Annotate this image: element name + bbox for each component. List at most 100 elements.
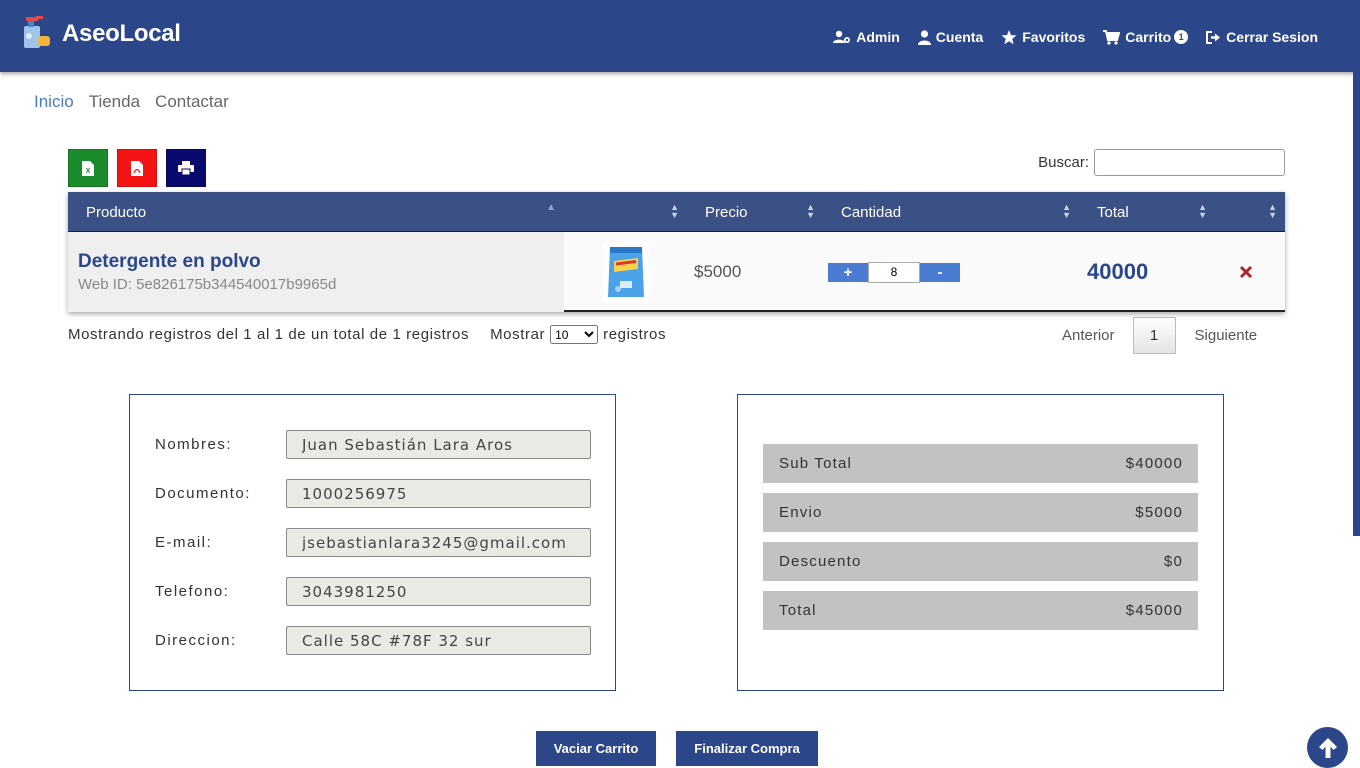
summary-subtotal: Sub Total $40000 (763, 444, 1198, 483)
user-icon (917, 29, 931, 45)
col-total-label: Total (1097, 203, 1129, 221)
subnav-inicio[interactable]: Inicio (34, 92, 74, 112)
export-toolbar: X (68, 149, 215, 187)
col-image[interactable]: ▲ ▼ (564, 192, 687, 232)
qty-decrease-button[interactable]: - (920, 262, 960, 282)
top-nav: Admin Cuenta Favoritos Carrito 1 Cerrar … (815, 29, 1318, 45)
col-remove[interactable]: ▲ ▼ (1215, 192, 1285, 232)
field-label: Direccion: (155, 632, 237, 649)
product-image-cell (564, 232, 687, 312)
summary-value: $40000 (1125, 455, 1183, 472)
summary-value: $45000 (1125, 602, 1183, 619)
pager-page[interactable]: 1 (1132, 317, 1176, 354)
field-label: E-mail: (155, 534, 213, 551)
field-nombres: Nombres: (155, 430, 591, 459)
col-total[interactable]: Total ▲ ▼ (1079, 192, 1215, 232)
user-gear-icon (833, 30, 851, 43)
col-producto[interactable]: Producto ▲ (68, 192, 564, 232)
print-icon (178, 161, 194, 175)
summary-total: Total $45000 (763, 591, 1198, 630)
subnav: Inicio Tienda Contactar (34, 92, 244, 112)
summary-envio: Envio $5000 (763, 493, 1198, 532)
scrollbar-thumb[interactable] (1353, 72, 1360, 536)
show-label: Mostrar (490, 326, 546, 343)
pagination: Anterior 1 Siguiente (1062, 317, 1257, 354)
col-producto-label: Producto (86, 203, 147, 221)
detergent-bag-image[interactable] (602, 242, 649, 302)
documento-input[interactable] (286, 479, 591, 508)
export-pdf-button[interactable] (117, 149, 157, 187)
brand[interactable]: AseoLocal (20, 16, 181, 52)
nav-cuenta[interactable]: Cuenta (917, 29, 984, 45)
sort-asc-icon: ▲ (546, 202, 556, 213)
table-header: Producto ▲ ▲ ▼ Precio ▲ ▼ Cantidad ▲ ▼ Tota… (68, 192, 1285, 232)
close-icon (1239, 265, 1253, 279)
nav-cuenta-label: Cuenta (935, 29, 984, 45)
nav-cerrar-sesion-label: Cerrar Sesion (1226, 29, 1318, 45)
brand-name: AseoLocal (62, 20, 181, 47)
cart-table: Producto ▲ ▲ ▼ Precio ▲ ▼ Cantidad ▲ ▼ Tota… (68, 192, 1285, 312)
cart-count-badge: 1 (1174, 30, 1189, 44)
quantity-input[interactable] (868, 261, 920, 283)
table-row: Detergente en polvo Web ID: 5e826175b344… (68, 232, 1285, 312)
nav-carrito[interactable]: Carrito 1 (1103, 29, 1189, 45)
export-excel-button[interactable]: X (68, 149, 108, 187)
nav-admin-label: Admin (856, 29, 900, 45)
nav-favoritos[interactable]: Favoritos (1001, 29, 1085, 45)
scroll-to-top-button[interactable] (1307, 727, 1348, 768)
col-cantidad-label: Cantidad (841, 203, 902, 221)
search-input[interactable] (1094, 149, 1285, 176)
telefono-input[interactable] (286, 577, 591, 606)
field-label: Documento: (155, 485, 251, 502)
records-info: Mostrando registros del 1 al 1 de un tot… (68, 326, 470, 343)
product-cell: Detergente en polvo Web ID: 5e826175b344… (68, 232, 564, 312)
star-icon (1001, 29, 1017, 44)
nav-admin[interactable]: Admin (833, 29, 900, 45)
direccion-input[interactable] (286, 626, 591, 655)
col-cantidad[interactable]: Cantidad ▲ ▼ (823, 192, 1079, 232)
col-precio[interactable]: Precio ▲ ▼ (687, 192, 823, 232)
sort-icon: ▲ ▼ (1198, 202, 1207, 220)
table-search: Buscar: (1038, 149, 1285, 176)
sort-icon: ▲ ▼ (806, 202, 815, 220)
summary-label: Envio (779, 504, 823, 521)
field-telefono: Telefono: (155, 577, 591, 606)
file-excel-icon: X (82, 160, 94, 176)
svg-text:X: X (86, 168, 91, 175)
quantity-stepper: + - (823, 232, 1079, 312)
search-label: Buscar: (1038, 154, 1089, 171)
pager-prev[interactable]: Anterior (1062, 327, 1115, 344)
summary-descuento: Descuento $0 (763, 542, 1198, 581)
show-suffix: registros (603, 326, 667, 343)
nav-cerrar-sesion[interactable]: Cerrar Sesion (1206, 29, 1318, 45)
empty-cart-button[interactable]: Vaciar Carrito (536, 731, 656, 766)
print-button[interactable] (166, 149, 206, 187)
sign-out-icon (1206, 30, 1221, 44)
field-documento: Documento: (155, 479, 591, 508)
qty-increase-button[interactable]: + (828, 262, 868, 282)
summary-label: Sub Total (779, 455, 853, 472)
summary-label: Total (779, 602, 817, 619)
nav-carrito-label: Carrito (1125, 29, 1172, 45)
remove-item-button[interactable] (1215, 232, 1285, 312)
sort-icon: ▲ ▼ (1062, 202, 1071, 220)
nav-favoritos-label: Favoritos (1022, 29, 1086, 45)
subnav-contactar[interactable]: Contactar (155, 92, 229, 112)
email-input[interactable] (286, 528, 591, 557)
sort-icon: ▲ ▼ (1268, 202, 1277, 220)
nombres-input[interactable] (286, 430, 591, 459)
product-name[interactable]: Detergente en polvo (78, 251, 261, 273)
field-label: Nombres: (155, 436, 233, 453)
summary-value: $5000 (1135, 504, 1183, 521)
col-precio-label: Precio (705, 203, 748, 221)
field-direccion: Direccion: (155, 626, 591, 655)
table-info: Mostrando registros del 1 al 1 de un tot… (68, 325, 666, 344)
finish-purchase-button[interactable]: Finalizar Compra (676, 731, 818, 766)
top-navbar: AseoLocal Admin Cuenta Favoritos Carrito… (0, 0, 1360, 72)
field-email: E-mail: (155, 528, 591, 557)
file-pdf-icon (131, 160, 143, 176)
subnav-tienda[interactable]: Tienda (89, 92, 140, 112)
page-length-select[interactable]: 10 (550, 325, 599, 344)
pager-next[interactable]: Siguiente (1195, 327, 1258, 344)
summary-label: Descuento (779, 553, 862, 570)
